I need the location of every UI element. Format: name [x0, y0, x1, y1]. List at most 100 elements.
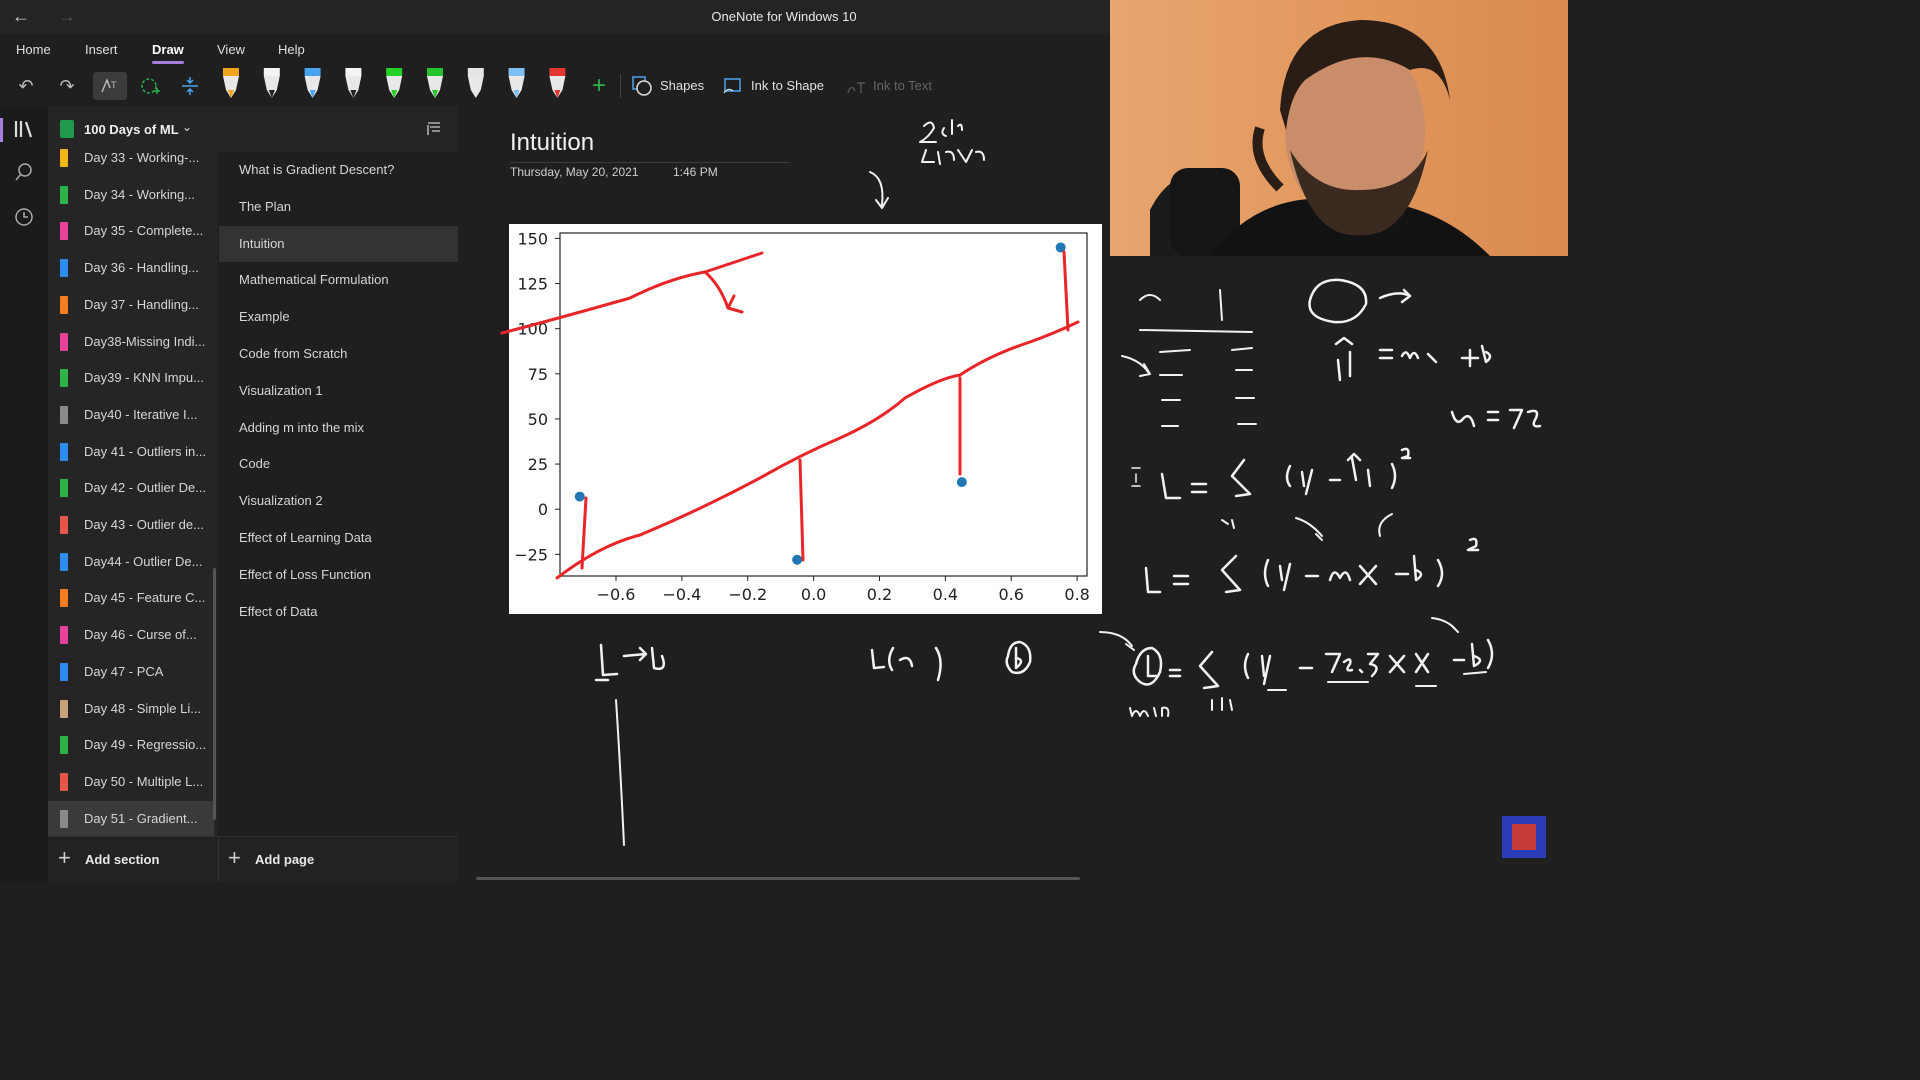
ink-to-text-button: Ink to Text [873, 78, 933, 93]
notebooks-icon[interactable] [12, 118, 36, 142]
pen-icon[interactable] [345, 68, 362, 98]
section-list: Day 33 - Working-... Day 34 - Working... D… [48, 140, 218, 837]
section-item[interactable]: Day 35 - Complete... [48, 213, 214, 249]
page-item[interactable]: Mathematical Formulation [219, 262, 458, 298]
redo-icon[interactable]: ↷ [53, 72, 81, 100]
page-item[interactable]: Effect of Loss Function [219, 557, 458, 593]
ink-i1 [1221, 519, 1235, 529]
section-item[interactable]: Day 45 - Feature C... [48, 580, 214, 616]
section-item[interactable]: Day 42 - Outlier De... [48, 470, 214, 506]
section-item[interactable]: Day 47 - PCA [48, 654, 214, 690]
menu-draw[interactable]: Draw [152, 42, 184, 64]
notebook-name[interactable]: 100 Days of ML [84, 122, 179, 137]
add-section-icon[interactable]: + [58, 845, 71, 871]
section-color-tab [60, 185, 68, 204]
page-item[interactable]: Intuition [219, 225, 458, 262]
x-tick-label: 0.6 [999, 585, 1024, 604]
section-item[interactable]: Day 37 - Handling... [48, 287, 214, 323]
ink-ols [1308, 278, 1412, 324]
shapes-button[interactable]: Shapes [660, 78, 704, 93]
section-item[interactable]: Day38-Missing Indi... [48, 324, 214, 360]
page-item[interactable]: Example [219, 299, 458, 335]
y-tick-label: 150 [517, 229, 548, 248]
page-item[interactable]: What is Gradient Descent? [219, 152, 458, 188]
ink-to-text-icon [842, 72, 870, 100]
recent-notes-icon[interactable] [12, 207, 36, 231]
section-color-tab [60, 552, 68, 571]
sections-scrollbar[interactable] [213, 568, 216, 820]
page-item[interactable]: The Plan [219, 189, 458, 225]
page-item[interactable]: Code [219, 446, 458, 482]
y-tick-label: 100 [517, 320, 548, 339]
menu-view[interactable]: View [217, 42, 245, 57]
section-label: Day 33 - Working-... [84, 150, 200, 165]
section-item[interactable]: Day 49 - Regressio... [48, 727, 214, 763]
ink-min [1129, 706, 1170, 717]
section-item[interactable]: Day 43 - Outlier de... [48, 507, 214, 543]
ink-to-shape-button[interactable]: Ink to Shape [751, 78, 824, 93]
add-page-button[interactable]: Add page [255, 852, 314, 867]
lasso-select-icon[interactable]: T [93, 72, 127, 100]
pen-icon[interactable] [263, 68, 280, 98]
section-item[interactable]: Day44 - Outlier De... [48, 544, 214, 580]
search-icon[interactable] [12, 162, 36, 186]
plot-frame [559, 232, 1088, 577]
page-item[interactable]: Visualization 1 [219, 373, 458, 409]
insert-space-icon[interactable] [176, 72, 204, 100]
section-item[interactable]: Day 51 - Gradient... [48, 800, 214, 837]
page-item[interactable]: Adding m into the mix [219, 410, 458, 446]
pen-icon[interactable] [304, 68, 321, 98]
x-tick-label: −0.6 [597, 585, 636, 604]
page-label: Effect of Loss Function [239, 566, 371, 582]
ink-yhat [1334, 336, 1492, 382]
ink-to-shape-icon[interactable] [719, 72, 747, 100]
undo-icon[interactable]: ↶ [12, 72, 40, 100]
section-item[interactable]: Day 34 - Working... [48, 177, 214, 213]
pen-icon[interactable] [549, 68, 566, 98]
page-item[interactable]: Visualization 2 [219, 483, 458, 519]
page-date: Thursday, May 20, 2021 [510, 165, 639, 179]
notebook-icon [60, 120, 74, 138]
section-label: Day38-Missing Indi... [84, 333, 206, 349]
menu-insert[interactable]: Insert [85, 42, 118, 57]
page-label: Effect of Data [239, 603, 318, 619]
section-item[interactable]: Day40 - Iterative I... [48, 397, 214, 433]
section-color-tab [60, 222, 68, 241]
section-item[interactable]: Day 46 - Curse of... [48, 617, 214, 653]
menu-home[interactable]: Home [16, 42, 51, 57]
page-item[interactable]: Effect of Data [219, 594, 458, 630]
canvas-scrollbar[interactable] [476, 877, 1080, 880]
pen-icon[interactable] [427, 68, 443, 98]
menu-help[interactable]: Help [278, 42, 305, 57]
page-item[interactable]: Effect of Learning Data [219, 520, 458, 556]
eraser-icon[interactable] [136, 72, 164, 100]
pen-icon[interactable] [223, 68, 239, 98]
page-item[interactable]: Code from Scratch [219, 336, 458, 372]
shapes-icon[interactable] [628, 72, 656, 100]
section-item[interactable]: Day 48 - Simple Li... [48, 691, 214, 727]
title-underline [510, 162, 790, 163]
section-item[interactable]: Day39 - KNN Impu... [48, 360, 214, 396]
section-label: Day 41 - Outliers in... [84, 443, 207, 459]
pen-icon[interactable] [508, 68, 525, 98]
section-label: Day40 - Iterative I... [84, 406, 198, 422]
ink-underlines [1267, 671, 1487, 691]
sort-pages-icon[interactable] [426, 120, 442, 141]
add-page-icon[interactable]: + [228, 845, 241, 871]
pen-icon[interactable] [467, 68, 484, 98]
section-item[interactable]: Day 33 - Working-... [48, 140, 214, 176]
section-item[interactable]: Day 36 - Handling... [48, 250, 214, 286]
add-section-button[interactable]: Add section [85, 852, 159, 867]
scatter-point [1055, 242, 1066, 253]
add-bar-divider [218, 837, 219, 882]
page-title[interactable]: Intuition [510, 129, 594, 157]
section-item[interactable]: Day 50 - Multiple L... [48, 764, 214, 800]
add-pen-icon[interactable]: + [585, 72, 613, 100]
section-item[interactable]: Day 41 - Outliers in... [48, 434, 214, 470]
section-label: Day 51 - Gradient... [84, 810, 198, 826]
chevron-down-icon[interactable]: ⌄ [182, 120, 192, 134]
page-label: What is Gradient Descent? [239, 162, 395, 177]
ink-i2 [1211, 697, 1233, 711]
pen-icon[interactable] [386, 68, 403, 98]
pen-tray [223, 68, 566, 98]
